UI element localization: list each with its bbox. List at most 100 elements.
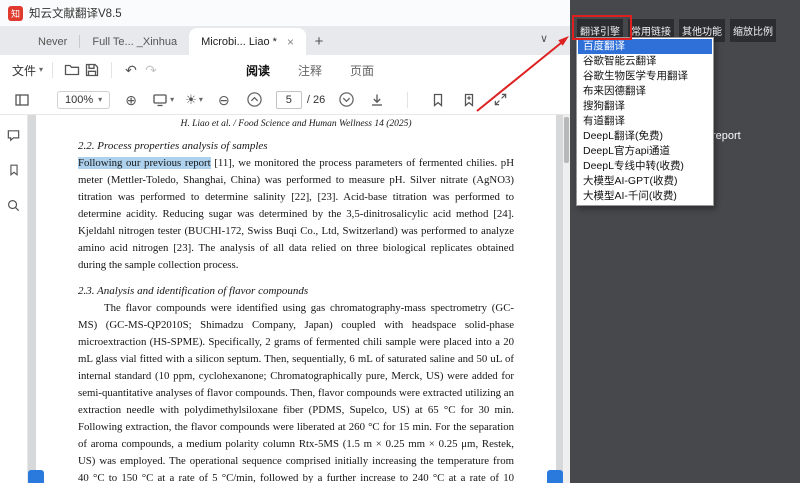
tab-page-mode[interactable]: 页面 bbox=[350, 62, 374, 79]
close-icon[interactable]: × bbox=[287, 36, 294, 48]
chevron-down-circle-icon bbox=[338, 91, 355, 108]
chevron-down-icon[interactable]: ∨ bbox=[540, 32, 548, 45]
caret-down-icon: ▾ bbox=[98, 96, 102, 104]
page-toolbar: 100% ▾ ⊕ ▾ ☀ ▾ ⊖ 5 / 26 bbox=[0, 85, 570, 115]
expand-icon bbox=[493, 92, 508, 107]
engine-option[interactable]: 布来因德翻译 bbox=[578, 84, 712, 99]
scrollbar-thumb[interactable] bbox=[564, 117, 569, 163]
previous-page-button[interactable] bbox=[245, 90, 265, 110]
folder-open-icon bbox=[64, 62, 80, 78]
bookmark-icon bbox=[7, 163, 21, 177]
engine-option[interactable]: 大模型AI-千问(收费) bbox=[578, 189, 712, 204]
tab-microbi-liao[interactable]: Microbi... Liao * × bbox=[189, 28, 306, 55]
main-toolbar: 文件 ▾ ↶ ↷ 阅读 注释 页面 bbox=[0, 55, 570, 85]
add-bookmark-button[interactable] bbox=[459, 90, 479, 110]
translate-float-button[interactable] bbox=[28, 470, 44, 483]
engine-option[interactable]: 搜狗翻译 bbox=[578, 99, 712, 114]
redo-icon: ↷ bbox=[145, 63, 157, 77]
paragraph-process-properties: Following our previous report [11], we m… bbox=[78, 155, 514, 274]
engine-option-baidu[interactable]: 百度翻译 bbox=[578, 39, 712, 54]
zoom-in-button[interactable]: ⊕ bbox=[121, 90, 141, 110]
translate-float-button[interactable] bbox=[547, 470, 563, 483]
chevron-up-circle-icon bbox=[246, 91, 263, 108]
zoom-in-icon: ⊕ bbox=[125, 93, 137, 107]
app-window: 知 知云文献翻译V8.5 Never Full Te... _Xinhua Mi… bbox=[0, 0, 800, 483]
download-icon bbox=[369, 92, 385, 108]
next-page-button[interactable] bbox=[336, 90, 356, 110]
new-tab-button[interactable]: + bbox=[306, 28, 332, 55]
toolbar-divider bbox=[52, 62, 53, 78]
pdf-reader-area: 知 知云文献翻译V8.5 Never Full Te... _Xinhua Mi… bbox=[0, 0, 570, 483]
document-area: H. Liao et al. / Food Science and Human … bbox=[28, 115, 570, 483]
engine-option[interactable]: 有道翻译 bbox=[578, 114, 712, 129]
engine-option[interactable]: 谷歌智能云翻译 bbox=[578, 54, 712, 69]
paragraph-text: [11], we monitored the process parameter… bbox=[78, 157, 514, 271]
display-mode-button[interactable]: ▾ bbox=[152, 92, 174, 108]
search-icon bbox=[6, 198, 21, 213]
result-text: report bbox=[712, 130, 741, 142]
file-menu[interactable]: 文件 ▾ bbox=[12, 62, 43, 79]
comment-icon bbox=[6, 128, 21, 143]
running-header: H. Liao et al. / Food Science and Human … bbox=[78, 119, 514, 129]
tab-strip: Never Full Te... _Xinhua Microbi... Liao… bbox=[0, 26, 570, 55]
engine-option[interactable]: DeepL专线中转(收费) bbox=[578, 159, 712, 174]
tab-label: Never bbox=[38, 36, 67, 48]
save-button[interactable] bbox=[82, 60, 102, 80]
download-button[interactable] bbox=[367, 90, 387, 110]
tab-never[interactable]: Never bbox=[26, 28, 79, 55]
bookmark-add-icon bbox=[461, 92, 477, 108]
left-rail bbox=[0, 115, 28, 483]
bookmark-button[interactable] bbox=[428, 90, 448, 110]
translation-engine-dropdown: 百度翻译 谷歌智能云翻译 谷歌生物医学专用翻译 布来因德翻译 搜狗翻译 有道翻译… bbox=[576, 37, 714, 206]
search-panel-button[interactable] bbox=[4, 195, 24, 215]
pdf-page: H. Liao et al. / Food Science and Human … bbox=[36, 115, 556, 483]
engine-option[interactable]: 谷歌生物医学专用翻译 bbox=[578, 69, 712, 84]
zoom-select[interactable]: 100% ▾ bbox=[57, 91, 110, 109]
sidebar-toggle-icon bbox=[14, 92, 30, 108]
sidebar-toggle-button[interactable] bbox=[12, 90, 32, 110]
tab-fulltext-xinhua[interactable]: Full Te... _Xinhua bbox=[80, 28, 189, 55]
file-menu-label: 文件 bbox=[12, 62, 36, 79]
app-title: 知云文献翻译V8.5 bbox=[29, 5, 122, 21]
zoom-out-icon: ⊖ bbox=[218, 93, 230, 107]
fullscreen-button[interactable] bbox=[490, 90, 510, 110]
undo-button[interactable]: ↶ bbox=[121, 60, 141, 80]
menu-zoom-ratio[interactable]: 缩放比例 bbox=[730, 19, 776, 42]
display-mode-icon bbox=[152, 92, 168, 108]
engine-option[interactable]: DeepL官方api通道 bbox=[578, 144, 712, 159]
section-heading-2-2: 2.2. Process properties analysis of samp… bbox=[78, 140, 514, 152]
zoom-out-button[interactable]: ⊖ bbox=[214, 90, 234, 110]
view-mode-tabs: 阅读 注释 页面 bbox=[246, 55, 374, 85]
tab-annotate-mode[interactable]: 注释 bbox=[298, 62, 322, 79]
translation-panel: 翻译引擎 常用链接 其他功能 缩放比例 百度翻译 谷歌智能云翻译 谷歌生物医学专… bbox=[570, 0, 800, 483]
engine-option[interactable]: DeepL翻译(免费) bbox=[578, 129, 712, 144]
selected-text-highlight[interactable]: Following our previous report bbox=[78, 157, 211, 169]
undo-icon: ↶ bbox=[125, 63, 137, 77]
save-icon bbox=[84, 62, 100, 78]
comments-panel-button[interactable] bbox=[4, 125, 24, 145]
brightness-icon: ☀ bbox=[185, 93, 197, 106]
paragraph-flavor-compounds: The flavor compounds were identified usi… bbox=[78, 300, 514, 483]
brightness-button[interactable]: ☀ ▾ bbox=[185, 93, 203, 106]
zoom-value: 100% bbox=[65, 94, 93, 106]
section-heading-2-3: 2.3. Analysis and identification of flav… bbox=[78, 285, 514, 297]
bookmarks-panel-button[interactable] bbox=[4, 160, 24, 180]
caret-down-icon: ▾ bbox=[39, 66, 43, 74]
engine-option[interactable]: 大模型AI-GPT(收费) bbox=[578, 174, 712, 189]
caret-down-icon: ▾ bbox=[199, 96, 203, 104]
toolbar-divider bbox=[111, 62, 112, 78]
bookmark-icon bbox=[430, 92, 446, 108]
page-total-label: / 26 bbox=[307, 94, 325, 106]
titlebar: 知 知云文献翻译V8.5 bbox=[0, 0, 570, 26]
tab-label: Full Te... _Xinhua bbox=[92, 36, 177, 48]
page-indicator: 5 / 26 bbox=[276, 91, 325, 109]
caret-down-icon: ▾ bbox=[170, 96, 174, 104]
page-number-input[interactable]: 5 bbox=[276, 91, 302, 109]
tab-read-mode[interactable]: 阅读 bbox=[246, 62, 270, 79]
open-folder-button[interactable] bbox=[62, 60, 82, 80]
tab-label: Microbi... Liao * bbox=[201, 36, 277, 48]
document-scrollbar[interactable] bbox=[563, 115, 570, 483]
redo-button[interactable]: ↷ bbox=[141, 60, 161, 80]
toolbar-divider bbox=[407, 92, 408, 108]
app-logo-icon: 知 bbox=[8, 6, 23, 21]
